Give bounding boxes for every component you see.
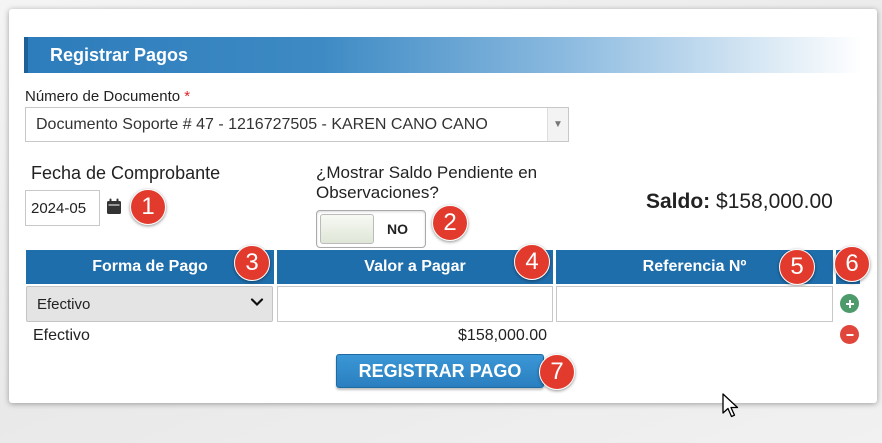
document-label-text: Número de Documento (25, 88, 181, 105)
document-select[interactable]: Documento Soporte # 47 - 1216727505 - KA… (25, 107, 569, 142)
section-title: Registrar Pagos (50, 45, 189, 65)
cursor-icon (722, 393, 742, 419)
toggle-label: NO (387, 221, 408, 237)
document-select-arrow-icon[interactable]: ▼ (547, 108, 568, 141)
referencia-input[interactable] (556, 286, 833, 322)
valor-input[interactable] (277, 286, 553, 322)
balance-display: Saldo: $158,000.00 (646, 190, 833, 214)
plus-icon (845, 299, 854, 308)
balance-label: Saldo: (646, 190, 711, 213)
add-row-button[interactable] (840, 294, 859, 313)
step-badge-3: 3 (234, 245, 270, 281)
step-badge-5: 5 (779, 249, 815, 285)
step-badge-6: 6 (834, 246, 870, 282)
step-badge-7: 7 (539, 354, 575, 390)
calendar-icon[interactable] (106, 198, 122, 215)
toggle-knob[interactable] (320, 214, 374, 244)
fecha-input[interactable]: 2024-05 (25, 190, 100, 226)
document-label: Número de Documento * (25, 88, 190, 105)
step-badge-1: 1 (130, 189, 166, 225)
step-badge-2: 2 (432, 205, 468, 241)
show-balance-question: ¿Mostrar Saldo Pendiente en Observacione… (316, 163, 538, 202)
register-payment-button[interactable]: REGISTRAR PAGO (336, 354, 544, 388)
minus-icon (846, 333, 853, 336)
remove-row-button[interactable] (840, 325, 859, 344)
balance-value: $158,000.00 (716, 190, 833, 213)
column-header-valor: Valor a Pagar (277, 250, 553, 284)
row-forma-pago: Efectivo (33, 327, 90, 344)
required-mark: * (184, 88, 191, 105)
row-valor: $158,000.00 (458, 327, 547, 344)
forma-pago-select[interactable]: Efectivo (26, 286, 273, 322)
chevron-down-icon[interactable] (250, 295, 264, 309)
fecha-label: Fecha de Comprobante (31, 163, 221, 183)
show-balance-toggle[interactable]: NO (316, 210, 426, 248)
step-badge-4: 4 (514, 244, 550, 280)
